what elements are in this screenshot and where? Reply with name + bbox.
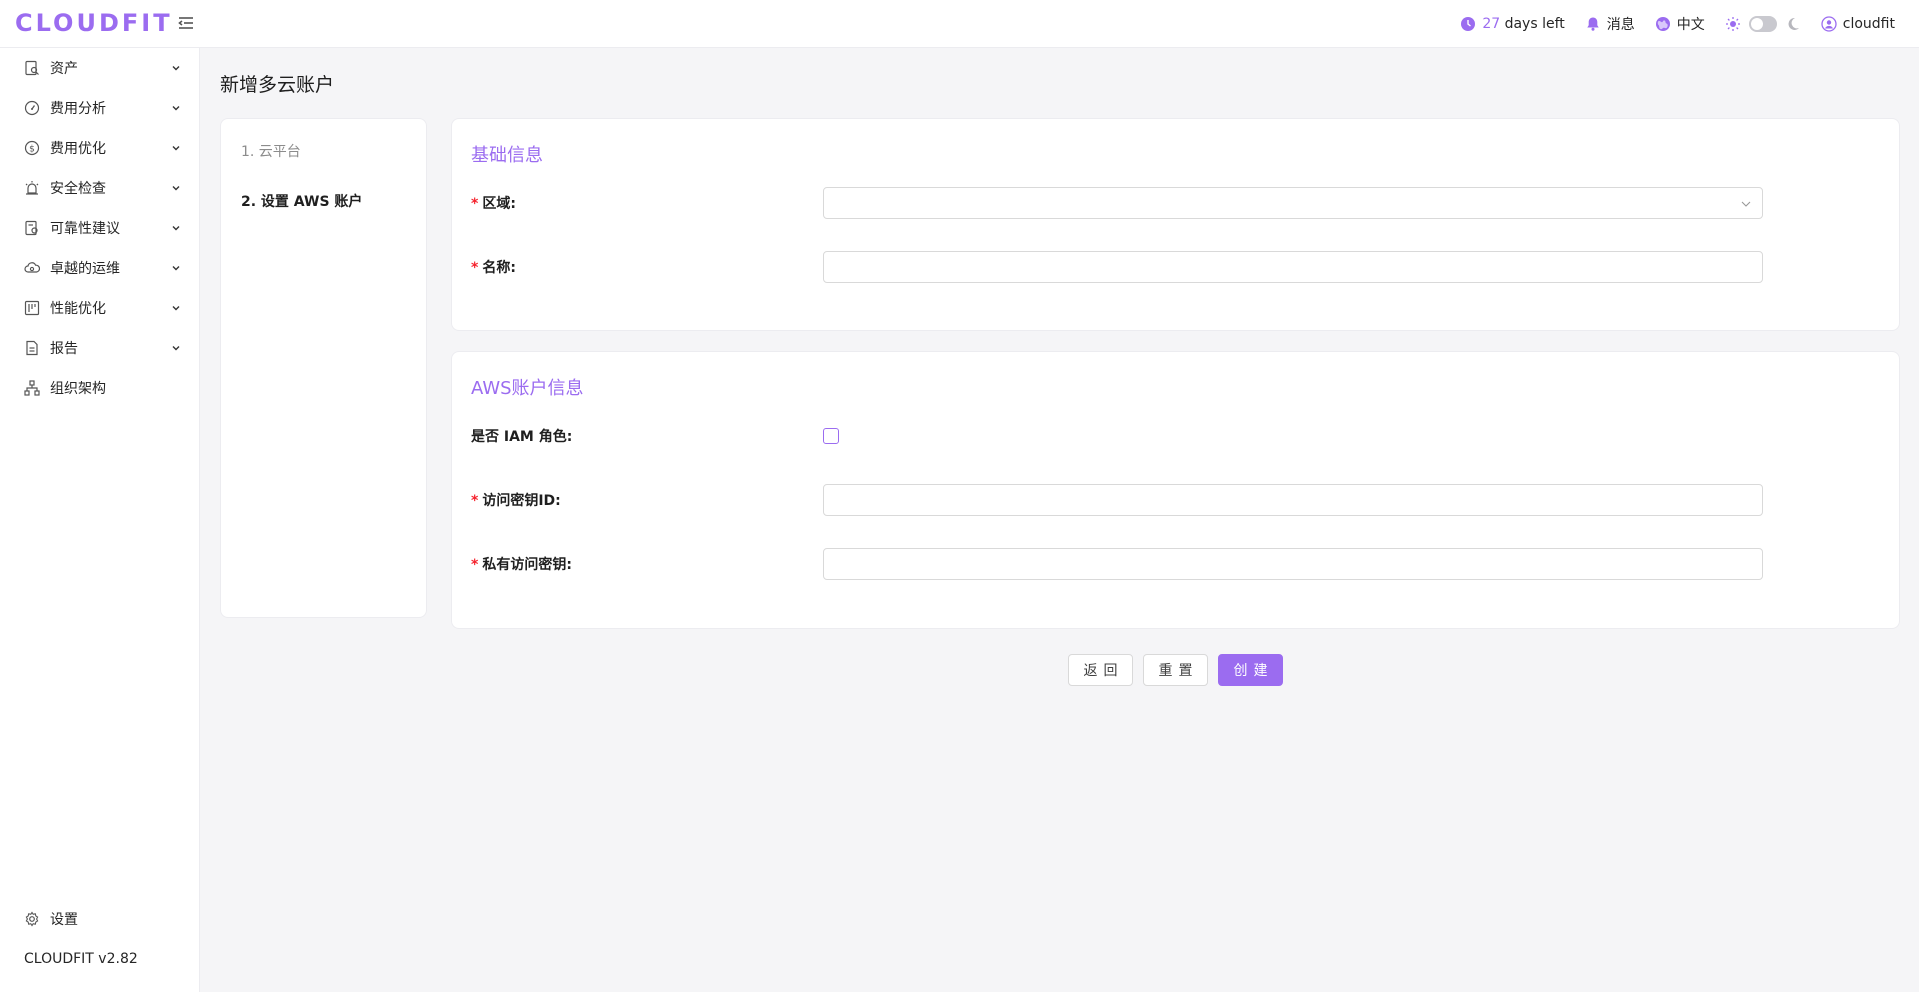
iam-role-checkbox[interactable] — [823, 428, 839, 444]
sidebar-item-reports[interactable]: 报告 — [0, 328, 200, 368]
bell-icon — [1587, 17, 1599, 31]
clock-icon — [1461, 17, 1476, 31]
sidebar-item-assets[interactable]: 资产 — [0, 48, 200, 88]
username: cloudfit — [1842, 16, 1895, 32]
sun-icon — [1725, 17, 1740, 31]
create-button[interactable]: 创建 — [1218, 654, 1283, 686]
name-input[interactable] — [823, 251, 1763, 283]
chevron-down-icon — [1741, 201, 1751, 207]
svg-text:$: $ — [29, 145, 35, 155]
sidebar-item-settings[interactable]: 设置 — [0, 899, 200, 939]
org-chart-icon — [24, 380, 40, 396]
gear-icon — [24, 911, 40, 927]
menu-fold-icon[interactable] — [176, 13, 196, 33]
region-select[interactable] — [823, 187, 1763, 219]
secret-key-input[interactable] — [823, 548, 1763, 580]
name-label: * 名称: — [471, 260, 516, 276]
sidebar-item-label: 组织架构 — [50, 381, 106, 397]
alarm-icon — [24, 180, 40, 196]
trial-days-label: days left — [1504, 16, 1565, 32]
asset-icon — [24, 60, 40, 76]
back-button[interactable]: 返回 — [1068, 654, 1133, 686]
language-label: 中文 — [1676, 17, 1705, 33]
sidebar-item-label: 安全检查 — [50, 181, 106, 197]
sidebar-item-operations[interactable]: 卓越的运维 — [0, 248, 200, 288]
dollar-icon: $ — [24, 140, 40, 156]
header-actions: 27 days left 消息 中文 cloudfit — [1460, 0, 1895, 48]
dashboard-icon — [24, 100, 40, 116]
moon-icon — [1788, 17, 1799, 30]
step-aws-account[interactable]: 2. 设置 AWS 账户 — [241, 191, 362, 211]
steps-panel: 1. 云平台 2. 设置 AWS 账户 — [220, 118, 427, 618]
sidebar: 资产 费用分析 $ 费用优化 安全检查 可靠性建议 卓越的运维 性能优化 报告 … — [0, 48, 200, 992]
chevron-down-icon — [172, 346, 180, 351]
chevron-down-icon — [172, 186, 180, 191]
dark-mode-switch[interactable] — [1748, 16, 1777, 32]
iam-role-label: 是否 IAM 角色: — [471, 429, 573, 445]
sidebar-item-organization[interactable]: 组织架构 — [0, 368, 200, 408]
aws-info-title: AWS账户信息 — [471, 378, 584, 399]
access-key-label: * 访问密钥ID: — [471, 493, 561, 509]
language-switch[interactable]: 中文 — [1655, 14, 1705, 34]
step-cloud-platform[interactable]: 1. 云平台 — [241, 141, 301, 161]
aws-info-card: AWS账户信息 是否 IAM 角色: * 访问密钥ID: * 私有访问密钥: — [451, 351, 1900, 629]
messages-button[interactable]: 消息 — [1585, 14, 1635, 34]
trial-status[interactable]: 27 days left — [1460, 16, 1565, 32]
sidebar-item-label: 费用优化 — [50, 141, 106, 157]
sidebar-item-reliability[interactable]: 可靠性建议 — [0, 208, 200, 248]
sidebar-item-performance[interactable]: 性能优化 — [0, 288, 200, 328]
chevron-down-icon — [172, 226, 180, 231]
required-mark: * — [471, 493, 479, 509]
messages-label: 消息 — [1606, 17, 1635, 33]
settings-label: 设置 — [50, 912, 78, 928]
required-mark: * — [471, 557, 479, 573]
trial-days-count: 27 — [1482, 16, 1501, 32]
required-mark: * — [471, 196, 479, 212]
page-title: 新增多云账户 — [220, 74, 335, 96]
chevron-down-icon — [172, 66, 180, 71]
sidebar-item-cost-analysis[interactable]: 费用分析 — [0, 88, 200, 128]
sidebar-item-label: 可靠性建议 — [50, 221, 120, 237]
globe-icon — [1655, 17, 1670, 31]
chevron-down-icon — [172, 106, 180, 111]
theme-toggle — [1725, 16, 1801, 32]
chevron-down-icon — [172, 266, 180, 271]
reset-button[interactable]: 重置 — [1143, 654, 1208, 686]
sidebar-item-label: 费用分析 — [50, 101, 106, 117]
user-avatar-icon — [1821, 16, 1837, 32]
basic-info-card: 基础信息 * 区域: * 名称: — [451, 118, 1900, 331]
basic-info-title: 基础信息 — [471, 145, 543, 166]
report-icon — [24, 340, 40, 356]
app-logo[interactable]: CLOUDFIT — [15, 9, 173, 37]
sidebar-item-label: 卓越的运维 — [50, 261, 120, 277]
top-header: CLOUDFIT 27 days left 消息 中文 cloudfit — [0, 0, 1919, 48]
cloud-sync-icon — [24, 260, 40, 276]
chevron-down-icon — [172, 306, 180, 311]
app-version: CLOUDFIT v2.82 — [24, 951, 138, 967]
sidebar-item-label: 性能优化 — [50, 301, 106, 317]
access-key-input[interactable] — [823, 484, 1763, 516]
sidebar-item-cost-optimization[interactable]: $ 费用优化 — [0, 128, 200, 168]
user-menu[interactable]: cloudfit — [1821, 16, 1895, 32]
sidebar-item-label: 报告 — [50, 341, 78, 357]
region-label: * 区域: — [471, 196, 516, 212]
reliability-icon — [24, 220, 40, 236]
sidebar-item-label: 资产 — [50, 61, 78, 77]
chevron-down-icon — [172, 146, 180, 151]
secret-key-label: * 私有访问密钥: — [471, 557, 572, 573]
performance-icon — [24, 300, 40, 316]
required-mark: * — [471, 260, 479, 276]
sidebar-item-security-check[interactable]: 安全检查 — [0, 168, 200, 208]
